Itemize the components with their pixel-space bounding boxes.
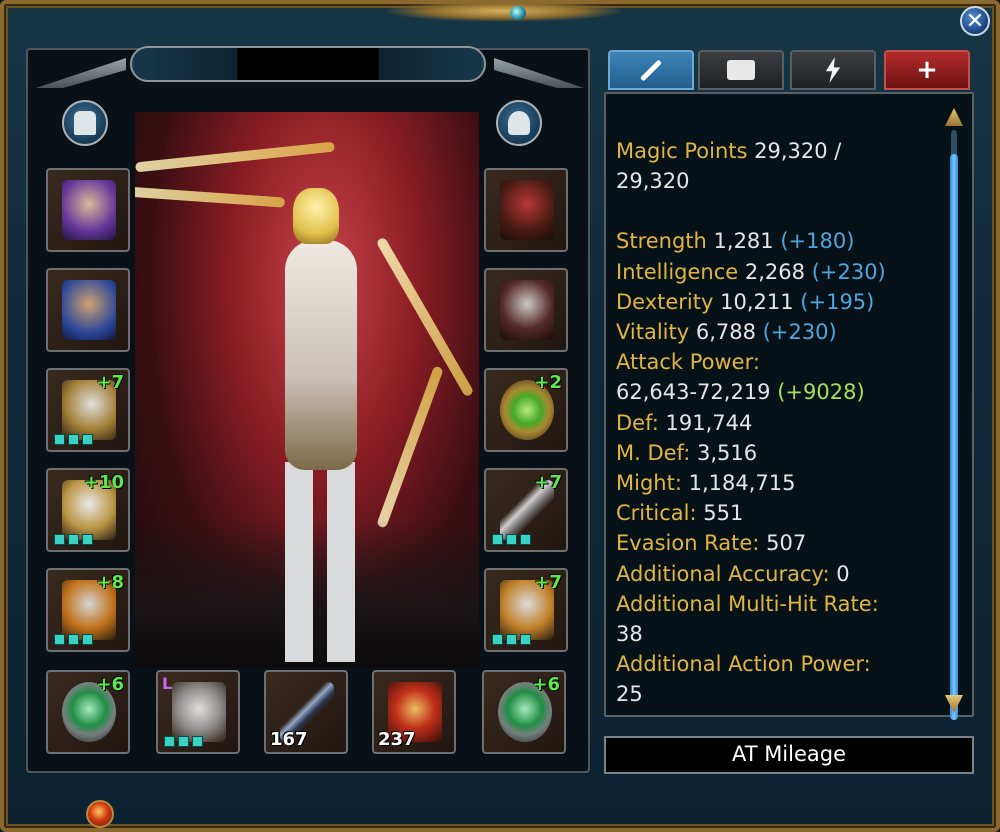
slot-mount[interactable] xyxy=(484,268,568,352)
enchant-level: +7 xyxy=(96,372,124,393)
slot-pet[interactable] xyxy=(484,168,568,252)
stat-additional-multi-hit-rate-label: Additional Multi-Hit Rate: xyxy=(616,591,879,616)
enchant-level: +6 xyxy=(532,674,560,695)
character-legs xyxy=(285,462,355,662)
slot-amulet[interactable]: +2 xyxy=(484,368,568,452)
socket-row xyxy=(492,634,531,645)
scroll-icon xyxy=(727,60,755,80)
slot-accessory[interactable]: L xyxy=(156,670,240,754)
enchant-level: +7 xyxy=(534,472,562,493)
slot-gloves[interactable]: +7 xyxy=(484,568,568,652)
socket-row xyxy=(54,434,93,445)
stat-attack-power-label: Attack Power: xyxy=(616,350,760,375)
at-mileage-button[interactable]: AT Mileage xyxy=(604,736,974,774)
stat-additional-accuracy: Additional Accuracy: 0 xyxy=(616,561,850,586)
slot-weapon[interactable]: +7 xyxy=(484,468,568,552)
shirt-icon xyxy=(74,111,96,135)
enchant-level: +8 xyxy=(96,572,124,593)
stat-attack-power: 62,643-72,219 (+9028) xyxy=(616,380,865,405)
plus-icon: + xyxy=(916,55,938,85)
stat-evasion-rate: Evasion Rate: 507 xyxy=(616,531,807,556)
head-item-icon xyxy=(62,180,116,240)
top-ornament xyxy=(384,0,624,22)
tab-add[interactable]: + xyxy=(884,50,970,90)
sword-icon xyxy=(640,59,662,81)
slot-costume[interactable] xyxy=(46,268,130,352)
stat-m-def: M. Def: 3,516 xyxy=(616,440,758,465)
socket-row xyxy=(54,534,93,545)
mannequin-icon xyxy=(508,111,530,135)
stat-vitality: Vitality 6,788 (+230) xyxy=(616,320,837,345)
wing-blade xyxy=(376,365,444,529)
socket-row xyxy=(164,736,203,747)
lightning-icon xyxy=(825,57,841,83)
character-body xyxy=(285,240,357,470)
dragon-pet-icon xyxy=(500,180,554,240)
slot-wings[interactable]: +7 xyxy=(46,368,130,452)
stats-panel: Magic Points 29,320 / 29,320 Strength 1,… xyxy=(604,92,974,717)
slot-potion[interactable]: 237 xyxy=(372,670,456,754)
item-count: 237 xyxy=(378,729,416,750)
accessory-item-icon xyxy=(172,682,226,742)
stat-def: Def: 191,744 xyxy=(616,410,753,435)
character-head xyxy=(293,188,339,244)
stat-magic-points: Magic Points 29,320 / xyxy=(616,139,842,163)
stat-additional-multi-hit-rate: 38 xyxy=(616,622,643,647)
item-count: 167 xyxy=(270,729,308,750)
bottom-gem-icon xyxy=(86,800,114,828)
top-gem-icon xyxy=(510,6,526,20)
socket-row xyxy=(54,634,93,645)
body-toggle-button[interactable] xyxy=(496,100,542,146)
stats-scrollbar[interactable] xyxy=(941,108,967,720)
scroll-up-arrow-icon[interactable] xyxy=(945,108,963,126)
slot-arrows[interactable]: 167 xyxy=(264,670,348,754)
enchant-level: +7 xyxy=(534,572,562,593)
stat-critical: Critical: 551 xyxy=(616,501,744,526)
costume-item-icon xyxy=(62,280,116,340)
stat-might: Might: 1,184,715 xyxy=(616,471,796,496)
stat-strength: Strength 1,281 (+180) xyxy=(616,229,855,254)
tab-buffs[interactable] xyxy=(790,50,876,90)
stat-additional-action-power-label: Additional Action Power: xyxy=(616,652,871,677)
tab-stats[interactable] xyxy=(608,50,694,90)
character-portrait xyxy=(135,112,479,668)
item-grade: L xyxy=(162,674,173,693)
enchant-level: +2 xyxy=(534,372,562,393)
stat-additional-action-power: 25 xyxy=(616,682,643,707)
stat-intelligence: Intelligence 2,268 (+230) xyxy=(616,259,886,284)
stat-magic-points-max: 29,320 xyxy=(616,169,690,194)
stats-list: Magic Points 29,320 / 29,320 Strength 1,… xyxy=(616,136,936,710)
slot-armor[interactable]: +10 xyxy=(46,468,130,552)
enchant-level: +10 xyxy=(83,472,124,493)
scroll-down-arrow-icon[interactable] xyxy=(945,695,963,713)
enchant-level: +6 xyxy=(96,674,124,695)
close-button[interactable]: ✕ xyxy=(960,6,990,36)
stat-dexterity: Dexterity 10,211 (+195) xyxy=(616,289,875,314)
dragon-mount-icon xyxy=(500,280,554,340)
slot-boots[interactable]: +8 xyxy=(46,568,130,652)
tab-skills[interactable] xyxy=(698,50,784,90)
socket-row xyxy=(492,534,531,545)
slot-ring-left[interactable]: +6 xyxy=(46,670,130,754)
wing-blade xyxy=(135,141,335,173)
wing-blade xyxy=(375,236,475,398)
costume-toggle-button[interactable] xyxy=(62,100,108,146)
character-name-bar xyxy=(130,46,486,82)
wing-blade xyxy=(135,186,286,208)
slot-head[interactable] xyxy=(46,168,130,252)
scroll-thumb[interactable] xyxy=(950,154,958,720)
slot-ring-right[interactable]: +6 xyxy=(482,670,566,754)
